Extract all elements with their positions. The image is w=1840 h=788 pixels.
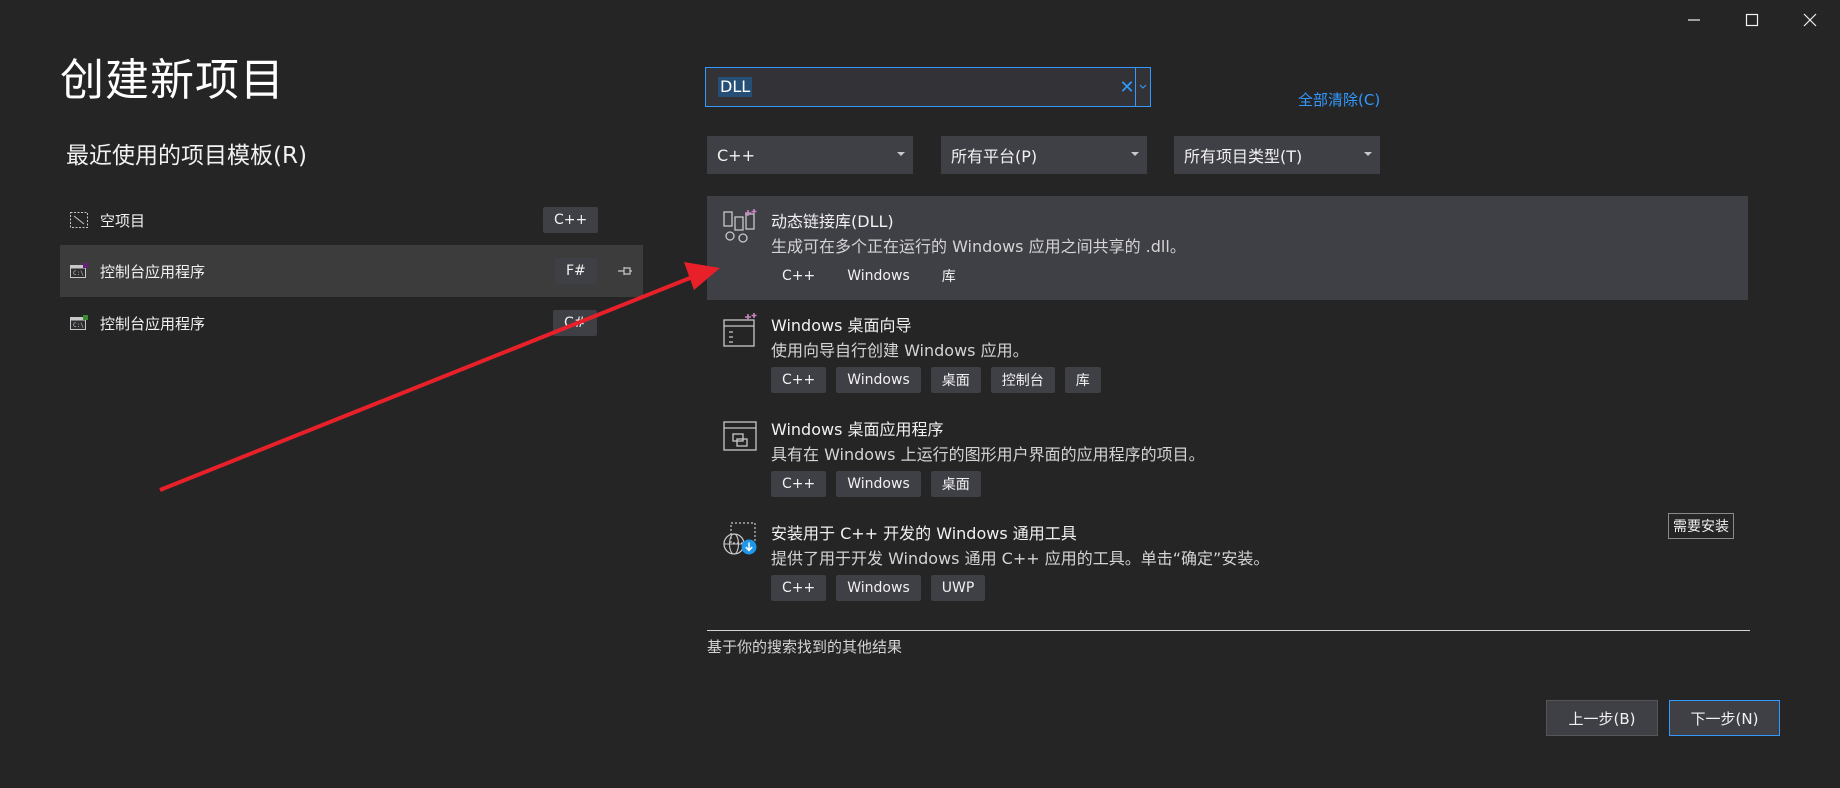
- template-result-item[interactable]: 安装用于 C++ 开发的 Windows 通用工具 提供了用于开发 Window…: [707, 508, 1748, 612]
- console-app-icon: C:\: [70, 315, 88, 330]
- page-title: 创建新项目: [60, 55, 285, 106]
- result-tags: C++ Windows 桌面: [771, 471, 981, 497]
- maximize-icon: [1745, 13, 1759, 27]
- recent-template-label: 控制台应用程序: [100, 262, 206, 281]
- language-filter-dropdown[interactable]: C++: [707, 136, 913, 174]
- tag: 桌面: [930, 471, 981, 497]
- project-type-filter-dropdown[interactable]: 所有项目类型(T): [1174, 136, 1380, 174]
- tag: 库: [1064, 367, 1101, 393]
- tag: 库: [930, 263, 967, 289]
- result-description: 使用向导自行创建 Windows 应用。: [771, 341, 1029, 360]
- template-search-box[interactable]: DLL ✕: [705, 67, 1151, 107]
- search-input[interactable]: DLL: [718, 77, 753, 97]
- language-tag: F#: [555, 258, 597, 284]
- chevron-down-icon: [1139, 84, 1147, 89]
- close-icon: [1803, 13, 1817, 27]
- chevron-down-icon: [1131, 152, 1139, 156]
- recent-template-item[interactable]: C:\ 控制台应用程序 C#: [60, 297, 643, 349]
- language-tag: C++: [543, 207, 599, 233]
- result-description: 生成可在多个正在运行的 Windows 应用之间共享的 .dll。: [771, 237, 1186, 256]
- recent-template-label: 控制台应用程序: [100, 314, 206, 333]
- clear-all-link[interactable]: 全部清除(C): [1298, 89, 1380, 110]
- tag: 控制台: [990, 367, 1055, 393]
- minimize-button[interactable]: [1665, 0, 1723, 40]
- tag: C++: [771, 575, 827, 601]
- template-result-item[interactable]: Windows 桌面向导 使用向导自行创建 Windows 应用。 C++ Wi…: [707, 300, 1748, 404]
- empty-project-icon: [70, 212, 88, 228]
- result-tags: C++ Windows 库: [771, 263, 967, 289]
- result-tags: C++ Windows 桌面 控制台 库: [771, 367, 1101, 393]
- template-result-item[interactable]: 动态链接库(DLL) 生成可在多个正在运行的 Windows 应用之间共享的 .…: [707, 196, 1748, 300]
- result-title: 动态链接库(DLL): [771, 212, 894, 231]
- close-button[interactable]: [1781, 0, 1839, 40]
- recent-template-item[interactable]: 空项目 C++: [60, 194, 643, 246]
- result-description: 提供了用于开发 Windows 通用 C++ 应用的工具。单击“确定”安装。: [771, 549, 1270, 568]
- language-tag: C#: [553, 310, 597, 336]
- result-tags: C++ Windows UWP: [771, 575, 986, 601]
- search-history-dropdown[interactable]: [1135, 68, 1150, 106]
- template-result-item[interactable]: Windows 桌面应用程序 具有在 Windows 上运行的图形用户界面的应用…: [707, 404, 1748, 508]
- desktop-wizard-icon: [723, 313, 757, 347]
- tag: UWP: [930, 575, 986, 601]
- tag: C++: [771, 367, 827, 393]
- minimize-icon: [1688, 19, 1700, 21]
- result-title: Windows 桌面向导: [771, 316, 912, 335]
- recent-template-item[interactable]: C:\ 控制台应用程序 F#: [60, 245, 643, 297]
- dll-library-icon: [723, 209, 757, 243]
- tag: Windows: [836, 471, 921, 497]
- other-results-heading: 基于你的搜索找到的其他结果: [707, 638, 903, 656]
- language-filter-value: C++: [717, 145, 755, 165]
- next-button[interactable]: 下一步(N): [1669, 700, 1780, 736]
- desktop-app-icon: [723, 421, 757, 451]
- recent-template-label: 空项目: [100, 211, 146, 230]
- tag: C++: [771, 263, 827, 289]
- install-required-badge: 需要安装: [1668, 513, 1734, 539]
- chevron-down-icon: [1364, 152, 1372, 156]
- pin-icon[interactable]: [616, 262, 634, 280]
- results-divider: [707, 630, 1750, 631]
- tag: Windows: [836, 575, 921, 601]
- platform-filter-value: 所有平台(P): [951, 147, 1038, 166]
- tag: Windows: [836, 367, 921, 393]
- tag: 桌面: [930, 367, 981, 393]
- chevron-down-icon: [897, 152, 905, 156]
- result-title: 安装用于 C++ 开发的 Windows 通用工具: [771, 524, 1077, 543]
- tag: Windows: [836, 263, 921, 289]
- svg-text:C:\: C:\: [73, 322, 84, 329]
- tag: C++: [771, 471, 827, 497]
- result-title: Windows 桌面应用程序: [771, 420, 944, 439]
- project-type-filter-value: 所有项目类型(T): [1184, 147, 1303, 166]
- maximize-button[interactable]: [1723, 0, 1781, 40]
- svg-text:C:\: C:\: [73, 270, 84, 277]
- console-app-icon: C:\: [70, 263, 88, 278]
- uwp-tools-install-icon: [723, 522, 757, 555]
- recent-templates-heading: 最近使用的项目模板(R): [66, 143, 307, 169]
- back-button[interactable]: 上一步(B): [1546, 700, 1658, 736]
- result-description: 具有在 Windows 上运行的图形用户界面的应用程序的项目。: [771, 445, 1205, 464]
- platform-filter-dropdown[interactable]: 所有平台(P): [941, 136, 1147, 174]
